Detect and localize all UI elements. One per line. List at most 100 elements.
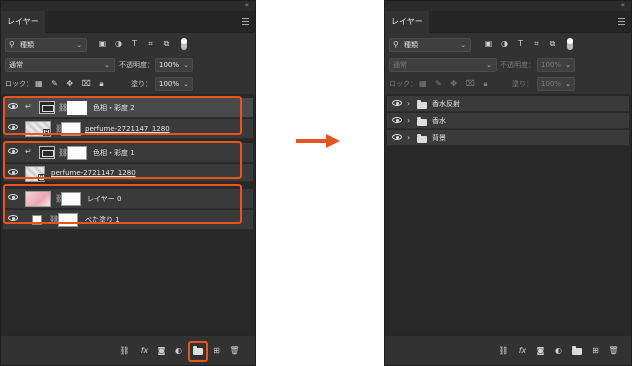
add-mask-icon[interactable]: ◙: [156, 345, 167, 356]
chevron-down-icon: ⌄: [76, 41, 82, 49]
fill-label: 塗り：: [512, 80, 533, 88]
chevron-down-icon: ⌄: [460, 41, 466, 49]
adjustment-filter-icon[interactable]: ◑: [113, 39, 124, 49]
blend-mode-dropdown[interactable]: 通常 ⌄: [5, 58, 115, 72]
lock-label: ロック：: [5, 80, 33, 88]
fill-value: 100%: [159, 80, 180, 88]
panel-top-strip: «: [385, 1, 631, 11]
opacity-value: 100%: [159, 61, 180, 69]
visibility-eye-icon[interactable]: [392, 117, 402, 123]
search-icon: ⚲: [393, 40, 399, 49]
folder-icon: [417, 134, 427, 143]
folder-icon: [417, 100, 427, 109]
group-name[interactable]: 香水反射: [432, 96, 460, 112]
chevron-down-icon: ⌄: [183, 61, 189, 69]
blend-row: 通常 ⌄ 不透明度： 100% ⌄: [389, 58, 627, 74]
highlight-box-group-2: [3, 141, 242, 179]
new-adjustment-layer-icon[interactable]: ◐: [173, 345, 184, 356]
chevron-down-icon: ⌄: [565, 61, 571, 69]
lock-row: ロック： ▦ ✎ ✥ ⌧ 🔒︎ 塗り： 100% ⌄: [5, 77, 251, 93]
layers-bottom-toolbar: ⛓ fx ◙ ◐ ⊞ 🗑︎: [385, 335, 631, 365]
delete-layer-icon[interactable]: 🗑︎: [608, 345, 619, 356]
tab-layers[interactable]: レイヤー: [1, 11, 45, 33]
lock-icons[interactable]: ▦ ✎ ✥ ⌧ 🔒︎: [419, 79, 491, 89]
chevron-down-icon: ⌄: [486, 61, 492, 69]
layer-list: › 香水反射 › 香水 › 背景: [385, 94, 631, 337]
highlight-box-new-group: [188, 341, 208, 362]
panel-menu-icon[interactable]: [618, 18, 625, 25]
chevron-down-icon: ⌄: [183, 80, 189, 88]
type-filter-icon[interactable]: T: [129, 39, 140, 49]
opacity-label: 不透明度：: [119, 61, 154, 69]
filter-kind-dropdown[interactable]: ⚲ 種類 ⌄: [389, 38, 471, 52]
visibility-eye-icon[interactable]: [392, 100, 402, 106]
expand-arrow-icon[interactable]: ›: [407, 130, 410, 146]
lock-row: ロック： ▦ ✎ ✥ ⌧ 🔒︎ 塗り： 100% ⌄: [389, 77, 627, 93]
arrow-right-icon: [296, 134, 340, 148]
group-name[interactable]: 背景: [432, 130, 446, 146]
lock-icons[interactable]: ▦ ✎ ✥ ⌧ 🔒︎: [35, 79, 107, 89]
layers-panel-after: « レイヤー ⚲ 種類 ⌄ ▣ ◑ T ⌗ ⧉ 通常 ⌄ 不透明度： 100% …: [384, 0, 632, 366]
fx-icon[interactable]: fx: [139, 345, 150, 356]
link-layers-icon[interactable]: ⛓: [119, 345, 130, 356]
fx-icon[interactable]: fx: [517, 345, 528, 356]
filter-toggle[interactable]: [567, 38, 573, 50]
new-group-icon[interactable]: [572, 345, 583, 356]
panel-menu-icon[interactable]: [242, 18, 249, 25]
panel-top-strip: «: [1, 1, 255, 11]
filter-kind-value: 種類: [20, 41, 34, 49]
lock-label: ロック：: [389, 80, 417, 88]
delete-layer-icon[interactable]: 🗑︎: [229, 345, 240, 356]
opacity-value: 100%: [541, 61, 562, 69]
blend-mode-dropdown[interactable]: 通常 ⌄: [389, 58, 497, 72]
shape-filter-icon[interactable]: ⌗: [145, 39, 156, 49]
folder-icon: [417, 117, 427, 126]
pixel-filter-icon[interactable]: ▣: [97, 39, 108, 49]
smart-object-filter-icon[interactable]: ⧉: [547, 39, 558, 49]
opacity-input[interactable]: 100% ⌄: [537, 58, 575, 72]
new-layer-icon[interactable]: ⊞: [211, 345, 222, 356]
type-filter-icon[interactable]: T: [515, 39, 526, 49]
link-layers-icon[interactable]: ⛓: [498, 345, 509, 356]
highlight-box-group-3: [3, 184, 242, 224]
collapse-icon[interactable]: «: [245, 1, 249, 10]
search-icon: ⚲: [9, 40, 15, 49]
collapse-icon[interactable]: «: [621, 1, 625, 10]
add-mask-icon[interactable]: ◙: [535, 345, 546, 356]
layers-panel-before: « レイヤー ⚲ 種類 ⌄ ▣ ◑ T ⌗ ⧉ 通常 ⌄ 不透明度： 100% …: [0, 0, 256, 366]
blend-mode-value: 通常: [393, 61, 407, 69]
filter-kind-dropdown[interactable]: ⚲ 種類 ⌄: [5, 38, 87, 52]
group-row[interactable]: › 香水: [387, 113, 629, 129]
filter-row: ⚲ 種類 ⌄ ▣ ◑ T ⌗ ⧉: [5, 38, 251, 54]
group-row[interactable]: › 背景: [387, 130, 629, 146]
layers-bottom-toolbar: ⛓ fx ◙ ◐ ⊞ 🗑︎: [1, 335, 255, 365]
pixel-filter-icon[interactable]: ▣: [483, 39, 494, 49]
chevron-down-icon: ⌄: [104, 61, 110, 69]
fill-value: 100%: [541, 80, 562, 88]
blend-mode-value: 通常: [9, 61, 23, 69]
visibility-eye-icon[interactable]: [392, 134, 402, 140]
filter-kind-value: 種類: [404, 41, 418, 49]
filter-toggle[interactable]: [181, 38, 187, 50]
chevron-down-icon: ⌄: [565, 80, 571, 88]
adjustment-filter-icon[interactable]: ◑: [499, 39, 510, 49]
opacity-label: 不透明度：: [500, 61, 535, 69]
shape-filter-icon[interactable]: ⌗: [531, 39, 542, 49]
expand-arrow-icon[interactable]: ›: [407, 96, 410, 112]
group-name[interactable]: 香水: [432, 113, 446, 129]
panel-tab-bar: レイヤー: [1, 11, 255, 33]
new-adjustment-layer-icon[interactable]: ◐: [553, 345, 564, 356]
tab-layers[interactable]: レイヤー: [385, 11, 429, 33]
fill-input[interactable]: 100% ⌄: [155, 77, 193, 91]
highlight-box-group-1: [3, 96, 242, 135]
blend-row: 通常 ⌄ 不透明度： 100% ⌄: [5, 58, 251, 74]
new-layer-icon[interactable]: ⊞: [590, 345, 601, 356]
group-row[interactable]: › 香水反射: [387, 96, 629, 112]
panel-tab-bar: レイヤー: [385, 11, 631, 33]
filter-row: ⚲ 種類 ⌄ ▣ ◑ T ⌗ ⧉: [389, 38, 627, 54]
fill-label: 塗り：: [131, 80, 152, 88]
fill-input[interactable]: 100% ⌄: [537, 77, 575, 91]
smart-object-filter-icon[interactable]: ⧉: [161, 39, 172, 49]
expand-arrow-icon[interactable]: ›: [407, 113, 410, 129]
opacity-input[interactable]: 100% ⌄: [155, 58, 193, 72]
